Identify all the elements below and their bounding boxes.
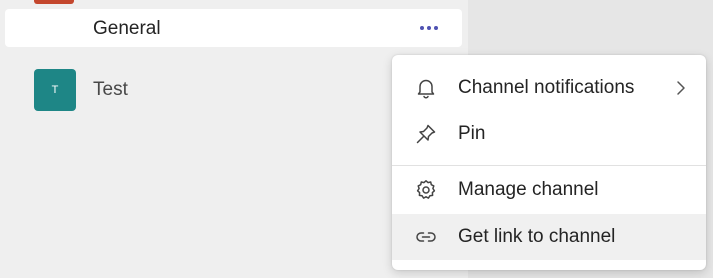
pin-icon [416, 124, 436, 144]
menu-item-pin[interactable]: Pin [392, 111, 706, 157]
menu-item-label: Manage channel [458, 179, 599, 200]
team-label: Test [93, 79, 128, 100]
more-options-icon [420, 26, 424, 30]
more-options-button[interactable] [409, 15, 449, 41]
menu-item-label: Pin [458, 123, 486, 144]
team-item-test[interactable]: T Test [0, 66, 390, 116]
bell-icon [417, 79, 435, 99]
menu-item-label: Channel notifications [458, 77, 635, 98]
gear-icon [416, 180, 436, 199]
team-avatar: T [34, 69, 76, 111]
link-icon [416, 232, 436, 242]
menu-item-manage-channel[interactable]: Manage channel [392, 167, 706, 213]
channel-label: General [93, 18, 161, 39]
more-options-icon-dot [427, 26, 431, 30]
menu-item-get-link[interactable]: Get link to channel [392, 214, 706, 260]
channel-item-general[interactable]: General [5, 9, 462, 47]
menu-item-label: Get link to channel [458, 226, 616, 247]
more-options-icon-dot [434, 26, 438, 30]
menu-item-channel-notifications[interactable]: Channel notifications [392, 65, 706, 111]
team-avatar-partial [34, 0, 74, 4]
menu-divider [392, 165, 706, 166]
chevron-right-icon [677, 81, 685, 95]
channel-context-menu: Channel notifications Pin Manage channel… [392, 55, 706, 270]
